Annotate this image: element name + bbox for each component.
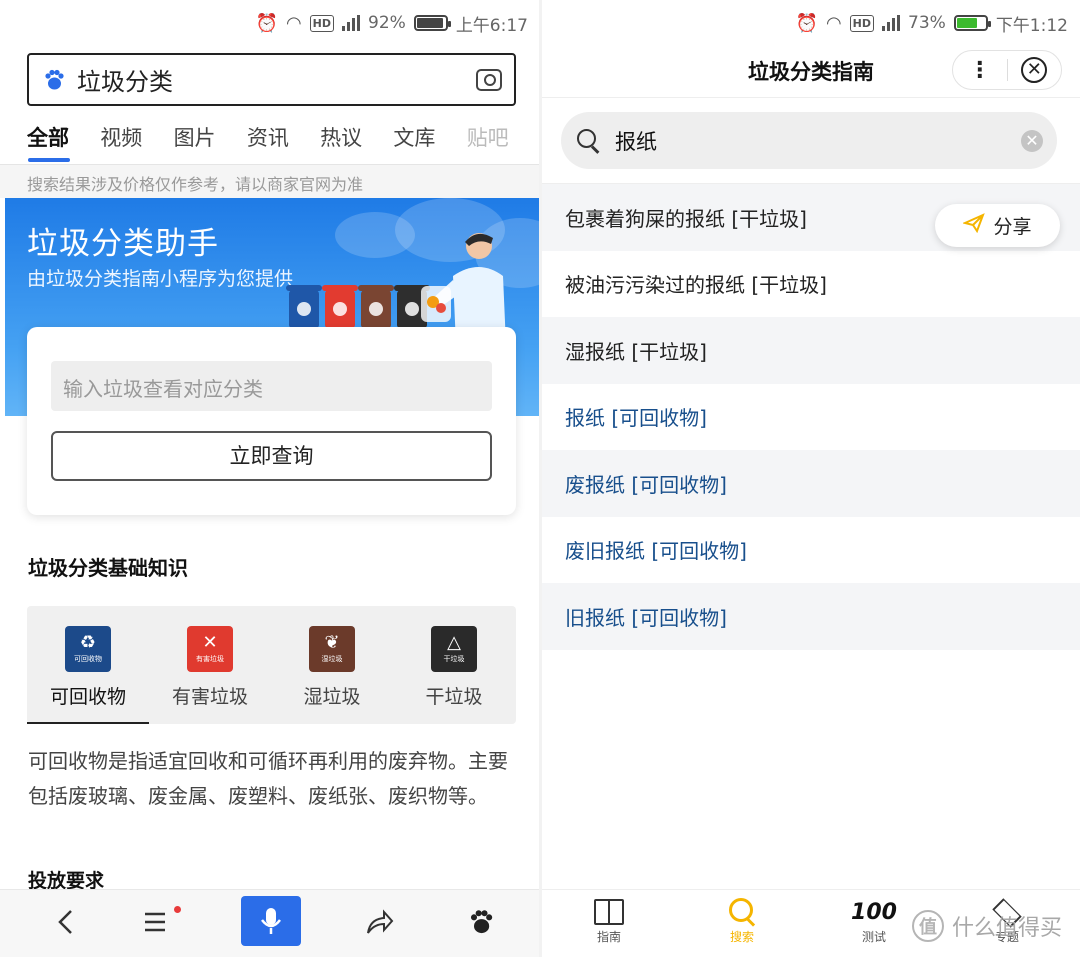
search-bar[interactable]: 报纸 ✕ xyxy=(561,112,1057,169)
tab-test[interactable]: 100 测试 xyxy=(834,894,914,945)
search-icon xyxy=(727,896,757,926)
category-label: 湿垃圾 xyxy=(303,686,361,708)
list-item[interactable]: 废旧报纸 [可回收物] xyxy=(542,516,1080,583)
watermark-text: 什么值得买 xyxy=(952,916,1063,941)
wet-waste-icon: ❦ 湿垃圾 xyxy=(309,626,355,672)
watermark: 值 什么值得买 xyxy=(912,910,1062,942)
category-label: 干垃圾 xyxy=(425,686,483,708)
signal-icon xyxy=(342,15,361,31)
notification-dot xyxy=(174,906,181,913)
search-query[interactable]: 垃圾分类 xyxy=(77,62,476,97)
tab-all[interactable]: 全部 xyxy=(27,116,100,164)
mini-program-capsule: ⋮ ✕ xyxy=(952,50,1062,90)
share-arrow-icon[interactable] xyxy=(349,896,409,948)
battery-icon xyxy=(953,15,991,31)
alarm-icon: ⏰ xyxy=(795,12,818,34)
status-bar: ⏰ ◠ HD 92% 上午6:17 xyxy=(0,0,540,46)
back-icon[interactable] xyxy=(36,896,96,948)
tab-news[interactable]: 资讯 xyxy=(247,116,320,164)
status-bar: ⏰ ◠ HD 73% 下午1:12 xyxy=(542,0,1080,46)
list-item[interactable]: 湿报纸 [干垃圾] xyxy=(542,317,1080,384)
results-list: 包裹着狗屎的报纸 [干垃圾] 被油污污染过的报纸 [干垃圾] 湿报纸 [干垃圾]… xyxy=(542,183,1080,650)
category-hazardous[interactable]: ✕ 有害垃圾 有害垃圾 xyxy=(149,606,271,724)
voice-search-button[interactable] xyxy=(241,896,301,946)
close-button[interactable]: ✕ xyxy=(1007,57,1061,83)
list-item[interactable]: 报纸 [可回收物] xyxy=(542,383,1080,450)
category-tabs: ♻ 可回收物 可回收物 ✕ 有害垃圾 有害垃圾 ❦ 湿垃圾 湿垃圾 △ 干垃圾 干垃圾 xyxy=(27,606,516,724)
status-time: 上午6:17 xyxy=(455,15,528,36)
price-disclaimer: 搜索结果涉及价格仅作参考，请以商家官网为准 xyxy=(0,164,540,198)
wifi-icon: ◠ xyxy=(285,12,302,34)
wet-bin-icon xyxy=(358,285,394,328)
list-item[interactable]: 废报纸 [可回收物] xyxy=(542,450,1080,517)
right-phone-screen: ⏰ ◠ HD 73% 下午1:12 垃圾分类指南 ⋮ ✕ 报纸 ✕ 包裹着狗屎的… xyxy=(542,0,1080,957)
hd-icon: HD xyxy=(849,14,875,32)
mini-program-header: 垃圾分类指南 ⋮ ✕ xyxy=(542,46,1080,98)
hazardous-bin-icon xyxy=(322,285,358,328)
tab-video[interactable]: 视频 xyxy=(100,116,173,164)
search-query[interactable]: 报纸 xyxy=(615,126,1021,156)
paper-plane-icon xyxy=(962,212,986,239)
microphone-icon xyxy=(261,908,281,934)
search-tabs: 全部 视频 图片 资讯 热议 文库 贴吧 xyxy=(27,116,540,164)
tab-library[interactable]: 文库 xyxy=(393,116,466,164)
baidu-paw-icon xyxy=(41,67,67,93)
category-label: 有害垃圾 xyxy=(171,686,248,708)
menu-icon[interactable] xyxy=(126,896,186,948)
trash-bins-illustration xyxy=(286,285,430,328)
category-description: 可回收物是指适宜回收和可循环再利用的废弃物。主要包括废玻璃、废金属、废塑料、废纸… xyxy=(28,749,508,808)
banner-subtitle: 由垃圾分类指南小程序为您提供 xyxy=(27,268,294,290)
list-item[interactable]: 被油污污染过的报纸 [干垃圾] xyxy=(542,250,1080,317)
trash-query-input[interactable]: 输入垃圾查看对应分类 xyxy=(51,361,492,411)
tab-label: 指南 xyxy=(596,930,621,944)
alarm-icon: ⏰ xyxy=(255,12,278,34)
tab-images[interactable]: 图片 xyxy=(174,116,247,164)
more-options-icon[interactable]: ⋮ xyxy=(953,58,1007,83)
recycle-icon: ♻ 可回收物 xyxy=(65,626,111,672)
battery-percent: 92% xyxy=(368,13,406,33)
camera-icon[interactable] xyxy=(476,68,502,91)
dry-waste-icon: △ 干垃圾 xyxy=(431,626,477,672)
hd-icon: HD xyxy=(309,14,335,32)
hazard-icon: ✕ 有害垃圾 xyxy=(187,626,233,672)
hundred-icon: 100 xyxy=(851,900,897,925)
wifi-icon: ◠ xyxy=(825,12,842,34)
query-now-button[interactable]: 立即查询 xyxy=(51,431,492,481)
basics-section-title: 垃圾分类基础知识 xyxy=(28,556,188,580)
left-phone-screen: ⏰ ◠ HD 92% 上午6:17 垃圾分类 全部 视频 图片 资讯 热议 文库… xyxy=(0,0,540,957)
tab-tieba[interactable]: 贴吧 xyxy=(467,116,540,164)
tab-discussion[interactable]: 热议 xyxy=(320,116,393,164)
search-icon xyxy=(577,128,601,153)
smzdm-logo-icon: 值 xyxy=(912,910,944,942)
share-label: 分享 xyxy=(993,216,1032,238)
category-dry[interactable]: △ 干垃圾 干垃圾 xyxy=(393,606,515,724)
battery-percent: 73% xyxy=(908,13,946,33)
share-button[interactable]: 分享 xyxy=(935,204,1060,247)
category-recyclable[interactable]: ♻ 可回收物 可回收物 xyxy=(27,606,149,724)
close-icon: ✕ xyxy=(1021,57,1048,83)
category-wet[interactable]: ❦ 湿垃圾 湿垃圾 xyxy=(271,606,393,724)
book-icon xyxy=(594,899,624,925)
list-item[interactable]: 旧报纸 [可回收物] xyxy=(542,583,1080,650)
clear-icon[interactable]: ✕ xyxy=(1021,129,1043,152)
tab-label: 测试 xyxy=(861,930,886,944)
status-time: 下午1:12 xyxy=(995,15,1068,36)
recyclable-bin-icon xyxy=(286,285,322,328)
category-label: 可回收物 xyxy=(49,686,126,708)
tab-guide[interactable]: 指南 xyxy=(569,894,649,945)
tab-label: 搜索 xyxy=(729,930,754,944)
banner-title: 垃圾分类助手 xyxy=(27,226,219,262)
browser-bottom-bar xyxy=(0,889,540,957)
battery-icon xyxy=(413,15,451,31)
tab-search[interactable]: 搜索 xyxy=(702,894,782,945)
baidu-home-icon[interactable] xyxy=(451,896,511,948)
search-box[interactable]: 垃圾分类 xyxy=(27,53,516,106)
query-card: 输入垃圾查看对应分类 立即查询 xyxy=(27,327,516,515)
signal-icon xyxy=(882,15,901,31)
